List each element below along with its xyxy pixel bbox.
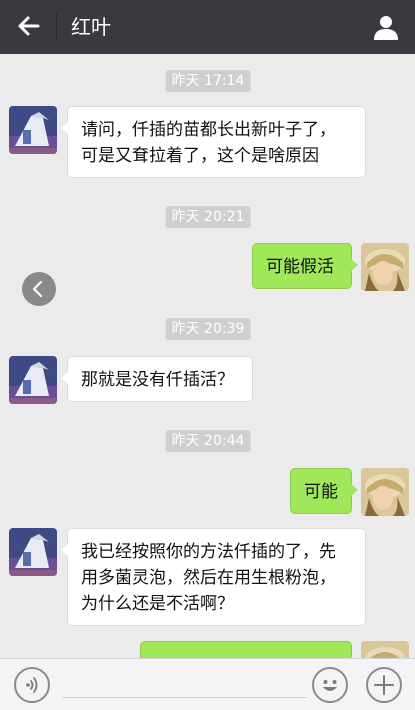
plus-icon	[374, 675, 394, 695]
message-bubble-outgoing[interactable]: 可能假活	[252, 243, 358, 289]
input-bar	[0, 658, 415, 710]
user-avatar[interactable]	[361, 468, 409, 516]
profile-icon	[374, 16, 398, 40]
chevron-left-icon	[32, 280, 43, 298]
user-avatar[interactable]	[361, 641, 409, 658]
message-bubble-incoming[interactable]: 那就是没有仟插活？	[61, 356, 253, 402]
back-arrow-icon	[18, 16, 40, 36]
message-bubble-outgoing-partial[interactable]	[140, 641, 358, 658]
message-bubble-incoming[interactable]: 请问，仟插的苗都长出新叶子了，可是又耷拉着了，这个是啥原因	[61, 106, 366, 178]
header-divider	[56, 13, 57, 41]
contact-avatar[interactable]	[9, 528, 57, 576]
contact-avatar[interactable]	[9, 356, 57, 404]
top-bar: 红叶	[0, 0, 415, 54]
chat-title: 红叶	[71, 15, 111, 39]
user-avatar[interactable]	[361, 243, 409, 291]
emoji-icon	[323, 680, 337, 691]
timestamp: 昨天 20:39	[165, 318, 251, 340]
emoji-button[interactable]	[312, 667, 348, 703]
contact-avatar[interactable]	[9, 106, 57, 154]
timestamp: 昨天 20:44	[165, 430, 251, 452]
timestamp: 昨天 17:14	[165, 70, 251, 92]
floating-back-button[interactable]	[22, 272, 56, 306]
message-bubble-incoming[interactable]: 我已经按照你的方法仟插的了，先用多菌灵泡，然后在用生根粉泡，为什么还是不活啊？	[61, 528, 366, 626]
voice-icon	[26, 677, 38, 693]
contact-profile-button[interactable]	[371, 12, 401, 42]
back-button[interactable]	[14, 11, 44, 41]
more-button[interactable]	[366, 667, 402, 703]
message-bubble-outgoing[interactable]: 可能	[290, 468, 358, 514]
timestamp: 昨天 20:21	[165, 206, 251, 228]
chat-messages[interactable]: 昨天 17:14 请问，仟插的苗都长出新叶子了，可是又耷拉着了，这个是啥原因 昨…	[0, 54, 415, 658]
message-input[interactable]	[62, 697, 307, 698]
voice-button[interactable]	[14, 667, 50, 703]
